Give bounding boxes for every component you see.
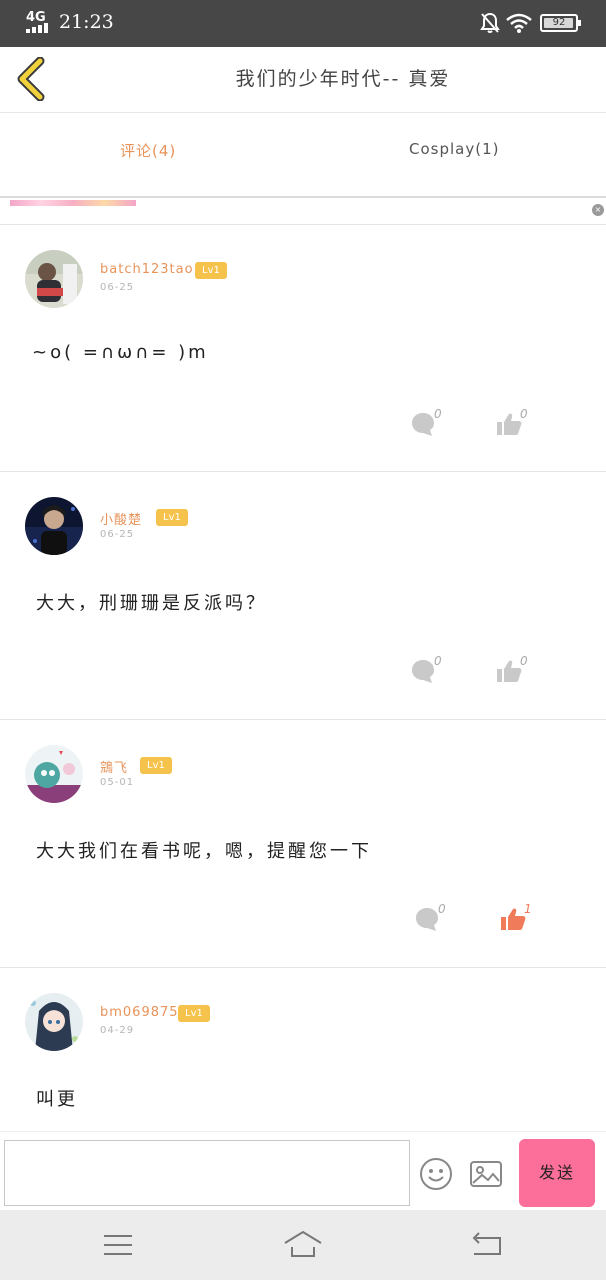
username[interactable]: 鵍飞 (100, 757, 128, 776)
battery-level: 92 (552, 17, 566, 28)
like-button[interactable]: 0 (496, 407, 536, 437)
comment-content: 叫更 (36, 1089, 78, 1110)
reply-bubble-icon (412, 413, 434, 436)
avatar[interactable] (25, 250, 83, 308)
comment-item: bm06987517 Lv1 04-29 叫更 (0, 969, 606, 1131)
clock: 21:23 (59, 11, 114, 33)
comment-input[interactable] (4, 1140, 410, 1206)
reply-bubble-icon (416, 908, 438, 931)
reply-button[interactable]: 0 (410, 654, 450, 684)
level-badge: Lv1 (140, 757, 172, 774)
comment-content: ~o( =∩ω∩= )m (32, 342, 209, 363)
comment-item: batch123tao Lv1 06-25 ~o( =∩ω∩= )m 0 0 (0, 226, 606, 472)
reply-button[interactable]: 0 (410, 407, 450, 437)
wifi-icon (506, 13, 532, 33)
username[interactable]: 小酸楚 (100, 509, 142, 528)
like-count: 1 (524, 902, 532, 916)
tab-comments[interactable]: 评论(4) (120, 140, 176, 161)
image-icon[interactable] (468, 1156, 504, 1192)
ad-banner: × (0, 200, 606, 225)
system-nav-bar (0, 1210, 606, 1280)
like-count: 0 (520, 407, 528, 421)
like-button[interactable]: 1 (500, 902, 540, 932)
tab-cosplay[interactable]: Cosplay(1) (409, 140, 499, 158)
comment-date: 06-25 (100, 529, 135, 540)
comment-content: 大大我们在看书呢，嗯，提醒您一下 (36, 841, 372, 862)
thumbs-up-icon (497, 413, 522, 435)
like-button[interactable]: 0 (496, 654, 536, 684)
reply-count: 0 (438, 902, 446, 916)
reply-bubble-icon (412, 660, 434, 683)
level-badge: Lv1 (156, 509, 188, 526)
status-bar: 4G 21:23 92 (0, 0, 606, 47)
level-badge: Lv1 (195, 262, 227, 279)
home-icon[interactable] (283, 1228, 323, 1262)
send-button[interactable]: 发送 (519, 1139, 595, 1207)
reply-count: 0 (434, 407, 442, 421)
page-title: 我们的少年时代-- 真爱 (235, 68, 451, 90)
menu-icon[interactable] (98, 1228, 138, 1262)
avatar[interactable] (25, 745, 83, 803)
username[interactable]: batch123tao (100, 262, 194, 277)
emoji-icon[interactable] (418, 1156, 454, 1192)
comment-date: 04-29 (100, 1025, 135, 1036)
battery-icon: 92 (540, 14, 581, 32)
thumbs-up-icon (497, 660, 522, 682)
top-bar: 我们的少年时代-- 真爱 (0, 47, 606, 113)
avatar[interactable] (25, 993, 83, 1051)
tab-bar: 评论(4) Cosplay(1) (0, 114, 606, 198)
comment-input-bar: 发送 (0, 1131, 606, 1209)
reply-count: 0 (434, 654, 442, 668)
back-icon[interactable] (466, 1228, 506, 1262)
ad-close-icon[interactable]: × (592, 204, 604, 216)
level-badge: Lv1 (178, 1005, 210, 1022)
signal-icon (26, 23, 48, 33)
thumbs-up-icon (501, 908, 526, 930)
comment-date: 06-25 (100, 282, 135, 293)
comment-content: 大大，刑珊珊是反派吗？ (36, 593, 267, 614)
mute-bell-icon (480, 12, 500, 33)
comment-item: 小酸楚 Lv1 06-25 大大，刑珊珊是反派吗？ 0 0 (0, 473, 606, 720)
comment-date: 05-01 (100, 777, 135, 788)
like-count: 0 (520, 654, 528, 668)
reply-button[interactable]: 0 (414, 902, 454, 932)
back-arrow-icon[interactable] (14, 57, 48, 101)
avatar[interactable] (25, 497, 83, 555)
ad-image[interactable] (10, 200, 136, 206)
comment-item: 鵍飞 Lv1 05-01 大大我们在看书呢，嗯，提醒您一下 0 1 (0, 721, 606, 968)
